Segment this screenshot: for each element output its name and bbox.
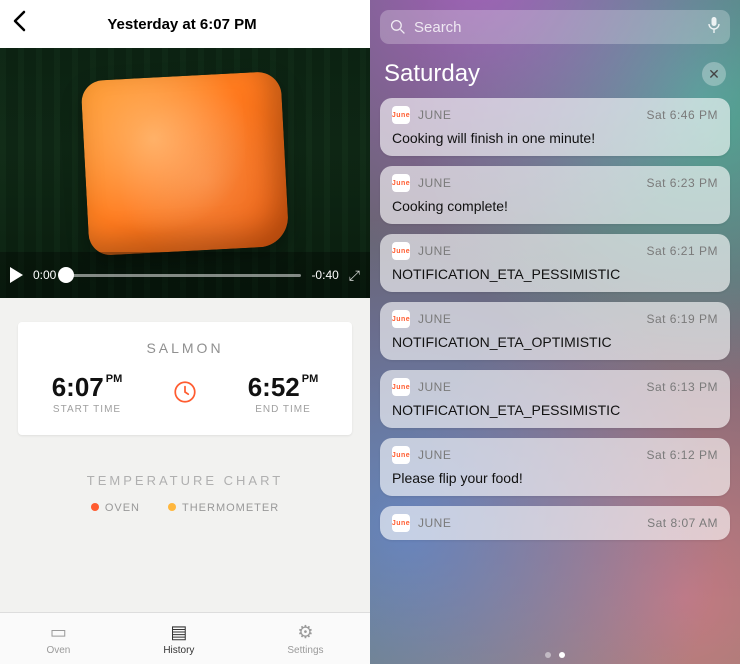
ios-notification-center: Search Saturday ✕ June JUNE Sat 6:46 PM Coo… (370, 0, 740, 664)
video-controls: 0:00 -0:40 ⤢ (0, 252, 370, 298)
food-name: SALMON (32, 340, 338, 356)
notification-time: Sat 6:12 PM (646, 448, 718, 462)
cook-times: 6:07PM START TIME 6:52PM END TIME (32, 374, 338, 415)
start-time-block: 6:07PM START TIME (32, 374, 142, 415)
app-icon: June (392, 310, 410, 328)
notification-message: NOTIFICATION_ETA_PESSIMISTIC (392, 266, 718, 282)
clear-day-button[interactable]: ✕ (702, 62, 726, 86)
app-name: JUNE (418, 448, 451, 462)
search-icon (390, 19, 406, 35)
tab-bar: ▭ Oven ▤ History ⚙ Settings (0, 612, 370, 664)
tab-history[interactable]: ▤ History (163, 622, 194, 656)
temperature-chart-title: TEMPERATURE CHART (0, 473, 370, 488)
scrubber-thumb[interactable] (58, 267, 74, 283)
notification-card[interactable]: June JUNE Sat 6:46 PM Cooking will finish i… (380, 98, 730, 156)
video-scrubber[interactable] (66, 274, 301, 277)
app-name: JUNE (418, 108, 451, 122)
notification-card[interactable]: June JUNE Sat 8:07 AM (380, 506, 730, 540)
notification-card[interactable]: June JUNE Sat 6:19 PM NOTIFICATION_ETA_OPTI… (380, 302, 730, 360)
notification-message: NOTIFICATION_ETA_PESSIMISTIC (392, 402, 718, 418)
notification-header: June JUNE Sat 8:07 AM (392, 514, 718, 532)
expand-icon[interactable]: ⤢ (349, 267, 360, 284)
end-time-label: END TIME (228, 404, 338, 415)
page-indicator[interactable] (370, 646, 740, 664)
notification-time: Sat 6:46 PM (646, 108, 718, 122)
app-name: JUNE (418, 516, 451, 530)
app-icon: June (392, 106, 410, 124)
page-dot (545, 652, 551, 658)
legend-oven: OVEN (91, 502, 140, 514)
notification-time: Sat 8:07 AM (647, 516, 718, 530)
start-time-value: 6:07 (52, 372, 104, 402)
page-dot-active (559, 652, 565, 658)
search-bar[interactable]: Search (380, 10, 730, 44)
notification-message: Cooking will finish in one minute! (392, 130, 718, 146)
notification-card[interactable]: June JUNE Sat 6:13 PM NOTIFICATION_ETA_PESS… (380, 370, 730, 428)
app-name: JUNE (418, 380, 451, 394)
temperature-legend: OVEN THERMOMETER (0, 502, 370, 514)
end-time-suffix: PM (302, 373, 319, 385)
app-icon: June (392, 174, 410, 192)
day-label: Saturday (384, 60, 480, 88)
day-header: Saturday ✕ (384, 60, 726, 88)
notification-message: NOTIFICATION_ETA_OPTIMISTIC (392, 334, 718, 350)
notification-header: June JUNE Sat 6:46 PM (392, 106, 718, 124)
food-illustration (81, 71, 290, 256)
notification-time: Sat 6:21 PM (646, 244, 718, 258)
app-name: JUNE (418, 244, 451, 258)
tab-oven[interactable]: ▭ Oven (46, 622, 70, 656)
cook-summary-card: SALMON 6:07PM START TIME 6:52PM END TIME (18, 322, 352, 435)
notification-card[interactable]: June JUNE Sat 6:21 PM NOTIFICATION_ETA_PESS… (380, 234, 730, 292)
thermometer-dot-icon (168, 503, 176, 511)
app-icon: June (392, 378, 410, 396)
app-icon: June (392, 446, 410, 464)
notification-card[interactable]: June JUNE Sat 6:12 PM Please flip your food… (380, 438, 730, 496)
app-name: JUNE (418, 176, 451, 190)
gear-icon: ⚙ (287, 622, 323, 643)
notification-message: Cooking complete! (392, 198, 718, 214)
history-icon: ▤ (163, 622, 194, 643)
notification-header: June JUNE Sat 6:19 PM (392, 310, 718, 328)
notification-list[interactable]: June JUNE Sat 6:46 PM Cooking will finish i… (370, 98, 740, 646)
nav-bar: Yesterday at 6:07 PM (0, 0, 370, 48)
notification-header: June JUNE Sat 6:23 PM (392, 174, 718, 192)
app-icon: June (392, 242, 410, 260)
start-time-suffix: PM (106, 373, 123, 385)
oven-dot-icon (91, 503, 99, 511)
playhead-current: 0:00 (33, 268, 56, 282)
notification-time: Sat 6:19 PM (646, 312, 718, 326)
notification-header: June JUNE Sat 6:21 PM (392, 242, 718, 260)
app-icon: June (392, 514, 410, 532)
clock-icon (172, 379, 198, 410)
playhead-remaining: -0:40 (311, 268, 338, 282)
notification-card[interactable]: June JUNE Sat 6:23 PM Cooking complete! (380, 166, 730, 224)
end-time-block: 6:52PM END TIME (228, 374, 338, 415)
june-app-pane: Yesterday at 6:07 PM 0:00 -0:40 ⤢ SALMON… (0, 0, 370, 664)
notification-message: Please flip your food! (392, 470, 718, 486)
notification-header: June JUNE Sat 6:13 PM (392, 378, 718, 396)
start-time-label: START TIME (32, 404, 142, 415)
oven-video[interactable]: 0:00 -0:40 ⤢ (0, 48, 370, 298)
notification-time: Sat 6:13 PM (646, 380, 718, 394)
play-button[interactable] (10, 267, 23, 283)
nav-title: Yesterday at 6:07 PM (6, 16, 358, 33)
end-time-value: 6:52 (248, 372, 300, 402)
microphone-icon[interactable] (708, 16, 720, 38)
notification-time: Sat 6:23 PM (646, 176, 718, 190)
tab-settings[interactable]: ⚙ Settings (287, 622, 323, 656)
legend-thermometer: THERMOMETER (168, 502, 279, 514)
app-name: JUNE (418, 312, 451, 326)
search-placeholder: Search (414, 19, 700, 36)
oven-icon: ▭ (46, 622, 70, 643)
notification-header: June JUNE Sat 6:12 PM (392, 446, 718, 464)
